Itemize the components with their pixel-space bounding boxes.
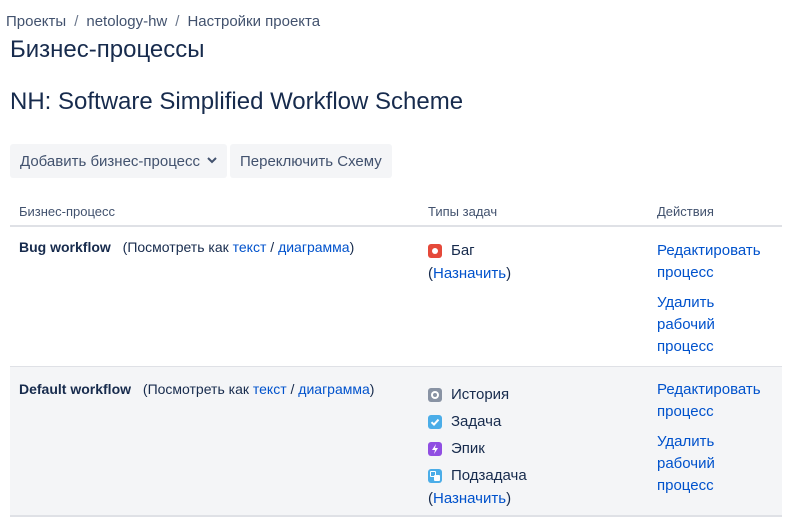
edit-label-2: процесс [657,403,714,420]
delete-workflow-link[interactable]: Удалить рабочий процесс [657,431,773,497]
issue-type-label: Задача [451,413,502,430]
view-diagram-link[interactable]: диаграмма [298,381,370,397]
edit-workflow-link[interactable]: Редактировать процесс [657,379,773,423]
issue-type: Баг [428,237,639,264]
view-diagram-link[interactable]: диаграмма [278,239,350,255]
issue-type: Задача [428,408,639,435]
assign-link[interactable]: Назначить [433,490,506,507]
workflow-cell: Default workflow (Посмотреть как текст /… [10,366,419,517]
edit-label-1: Редактировать [657,242,761,259]
page-title: Бизнес-процессы [10,36,205,63]
breadcrumb-separator: / [175,13,180,30]
workflow-name: Bug workflow [19,239,111,255]
column-header-issue-types: Типы задач [419,199,648,227]
breadcrumb-settings[interactable]: Настройки проекта [187,13,320,30]
issue-type-label: История [451,386,510,403]
view-suffix: ) [369,381,375,397]
view-as-prefix: (Посмотреть как [122,239,229,255]
epic-icon [428,441,442,456]
workflow-name: Default workflow [19,381,132,397]
table-row: Default workflow (Посмотреть как текст /… [10,366,782,517]
delete-label-1: Удалить [657,294,715,311]
issue-type-label: Баг [451,242,475,259]
workflow-cell: Bug workflow (Посмотреть как текст / диа… [10,226,419,367]
breadcrumb-separator: / [74,13,79,30]
assign-close: ) [506,265,512,282]
delete-label-3: процесс [657,477,714,494]
switch-scheme-button[interactable]: Переключить Схему [230,144,392,178]
breadcrumb-project[interactable]: netology-hw [86,13,167,30]
scheme-title: NH: Software Simplified Workflow Scheme [10,88,464,115]
breadcrumb: Проекты / netology-hw / Настройки проекта [6,13,320,30]
view-as: (Посмотреть как текст / диаграмма) [123,239,355,255]
delete-label-2: рабочий [657,316,715,333]
assign: (Назначить) [428,490,639,507]
view-text-link[interactable]: текст [253,381,287,397]
view-as-prefix: (Посмотреть как [142,381,249,397]
table-header: Бизнес-процесс Типы задач Действия [10,199,782,227]
actions-cell: Редактировать процесс Удалить рабочий проце… [648,226,782,367]
view-text-link[interactable]: текст [233,239,267,255]
delete-label-1: Удалить [657,433,715,450]
issue-type-label: Эпик [451,440,485,457]
subtask-icon [428,468,442,483]
assign-close: ) [506,490,512,507]
edit-workflow-link[interactable]: Редактировать процесс [657,240,773,284]
toolbar: Добавить бизнес-процесс Переключить Схем… [10,144,392,178]
assign: (Назначить) [428,265,639,282]
edit-label-2: процесс [657,264,714,281]
add-workflow-label: Добавить бизнес-процесс [20,152,200,170]
delete-label-2: рабочий [657,455,715,472]
view-sep: / [270,239,275,255]
workflow-table: Бизнес-процесс Типы задач Действия Bug w… [10,199,782,517]
issue-type-label: Подзадача [451,467,527,484]
actions-cell: Редактировать процесс Удалить рабочий проце… [648,366,782,517]
issue-type: Подзадача [428,462,639,489]
edit-label-1: Редактировать [657,381,761,398]
column-header-workflow: Бизнес-процесс [10,199,419,227]
chevron-down-icon [207,155,217,167]
task-icon [428,414,442,429]
issue-types-cell: Баг (Назначить) [419,226,648,367]
breadcrumb-projects[interactable]: Проекты [6,13,66,30]
view-suffix: ) [349,239,355,255]
table-row: Bug workflow (Посмотреть как текст / диа… [10,226,782,367]
issue-types-cell: История Задача Эпик Подзадача (Назначить… [419,366,648,517]
delete-workflow-link[interactable]: Удалить рабочий процесс [657,292,773,358]
view-sep: / [290,381,295,397]
add-workflow-button[interactable]: Добавить бизнес-процесс [10,144,227,178]
bug-icon [428,243,442,258]
view-as: (Посмотреть как текст / диаграмма) [143,381,375,397]
story-icon [428,387,442,402]
column-header-actions: Действия [648,199,782,227]
assign-link[interactable]: Назначить [433,265,506,282]
issue-type: Эпик [428,435,639,462]
delete-label-3: процесс [657,338,714,355]
issue-type: История [428,381,639,408]
